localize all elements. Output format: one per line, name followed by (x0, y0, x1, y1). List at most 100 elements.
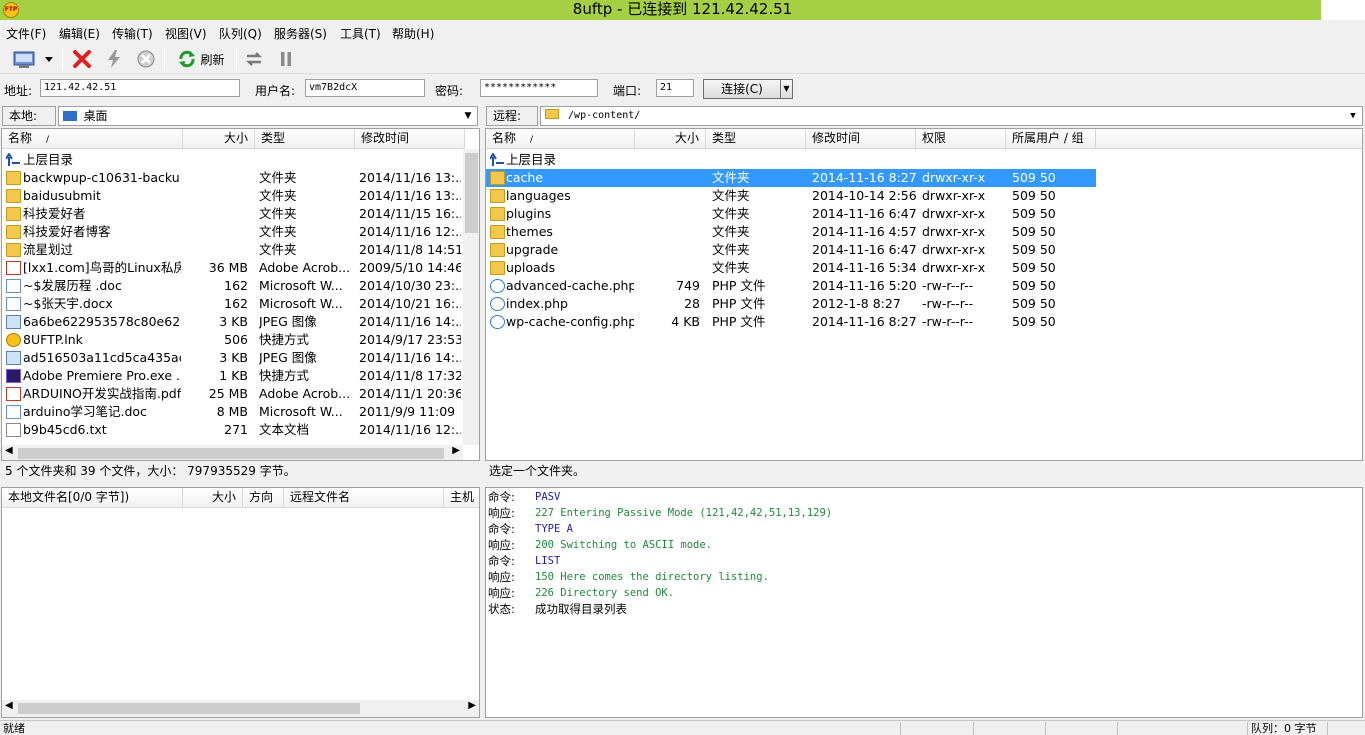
local-file-row[interactable]: ARDUINO开发实战指南.pdf 25 MB Adobe Acrob... 2014… (2, 385, 462, 403)
queue-col-direction[interactable]: 方向 (243, 488, 284, 508)
reconnect-button[interactable] (102, 48, 126, 70)
file-type: 文件夹 (259, 206, 297, 221)
file-perm: -rw-r--r-- (922, 314, 974, 329)
scroll-right-icon[interactable]: ▶ (452, 445, 460, 456)
chevron-down-icon[interactable]: ▼ (460, 108, 476, 124)
remote-col-size[interactable]: 大小 (635, 129, 706, 149)
log-line: 命令: PASV (486, 489, 1356, 505)
local-col-name[interactable]: 名称 / (2, 129, 183, 149)
local-vscroll-thumb[interactable] (465, 153, 478, 233)
local-vertical-scrollbar[interactable] (463, 149, 479, 445)
remote-file-row[interactable]: upgrade 文件夹 2014-11-16 6:47 drwxr-xr-x 509 5… (486, 241, 1096, 259)
local-file-row[interactable]: arduino学习笔记.doc 8 MB Microsoft W... 2011/9/… (2, 403, 462, 421)
remote-file-row[interactable]: themes 文件夹 2014-11-16 4:57 drwxr-xr-x 509 50 (486, 223, 1096, 241)
file-type: Microsoft W... (259, 278, 343, 293)
parent-directory-row[interactable]: 上层目录 (486, 151, 1096, 169)
file-date: 2014-10-14 2:56 (812, 188, 916, 203)
file-owner: 509 50 (1012, 206, 1056, 221)
queue-col-local[interactable]: 本地文件名[0/0 字节]) (2, 488, 183, 508)
queue-hscroll-thumb[interactable] (18, 703, 360, 714)
menu-server[interactable]: 服务器(S) (274, 25, 327, 42)
remote-file-row[interactable]: plugins 文件夹 2014-11-16 6:47 drwxr-xr-x 509 5… (486, 205, 1096, 223)
log-key: 响应: (488, 538, 515, 552)
remote-file-row[interactable]: index.php 28 PHP 文件 2012-1-8 8:27 -rw-r--r--… (486, 295, 1096, 313)
local-file-row[interactable]: ad516503a11cd5ca435ac... 3 KB JPEG 图像 2014/… (2, 349, 462, 367)
port-input[interactable]: 21 (656, 79, 694, 97)
file-type: 文件夹 (712, 242, 750, 257)
local-col-date[interactable]: 修改时间 (355, 129, 465, 149)
menu-help[interactable]: 帮助(H) (392, 25, 434, 42)
scroll-left-icon[interactable]: ◀ (5, 445, 13, 456)
sync-button[interactable] (242, 48, 266, 70)
local-file-row[interactable]: 8UFTP.lnk 506 快捷方式 2014/9/17 23:53 (2, 331, 462, 349)
remote-path-label: 远程: (486, 106, 538, 126)
menu-transfer[interactable]: 传输(T) (112, 25, 153, 42)
file-name: b9b45cd6.txt (23, 422, 107, 437)
local-file-row[interactable]: 科技爱好者 文件夹 2014/11/15 16:... (2, 205, 462, 223)
menu-view[interactable]: 视图(V) (165, 25, 207, 42)
menu-file[interactable]: 文件(F) (6, 25, 46, 42)
local-file-row[interactable]: Adobe Premiere Pro.exe ... 1 KB 快捷方式 2014/1… (2, 367, 462, 385)
local-file-row[interactable]: [lxx1.com]鸟哥的Linux私房... 36 MB Adobe Acrob.… (2, 259, 462, 277)
menu-edit[interactable]: 编辑(E) (59, 25, 100, 42)
local-file-row[interactable]: backwpup-c10631-backu... 文件夹 2014/11/16 13… (2, 169, 462, 187)
password-input[interactable]: ************ (480, 79, 598, 97)
parent-directory-row[interactable]: 上层目录 (2, 151, 462, 169)
address-input[interactable]: 121.42.42.51 (40, 79, 240, 97)
file-size: 4 KB (671, 314, 700, 329)
status-segment (900, 722, 973, 735)
local-horizontal-scrollbar[interactable]: ◀ ▶ (2, 445, 463, 460)
file-size: 25 MB (208, 386, 248, 401)
menu-tools[interactable]: 工具(T) (340, 25, 381, 42)
site-manager-button[interactable] (10, 48, 58, 70)
scroll-left-icon[interactable]: ◀ (5, 700, 13, 711)
local-hscroll-thumb[interactable] (18, 448, 444, 459)
menu-queue[interactable]: 队列(Q) (219, 25, 262, 42)
username-input[interactable]: vm7B2dcX (305, 79, 425, 97)
remote-file-row[interactable]: languages 文件夹 2014-10-14 2:56 drwxr-xr-x 509… (486, 187, 1096, 205)
local-file-row[interactable]: b9b45cd6.txt 271 文本文档 2014/11/16 12:... (2, 421, 462, 439)
queue-col-host[interactable]: 主机 (444, 488, 479, 508)
remote-col-date[interactable]: 修改时间 (806, 129, 916, 149)
queue-horizontal-scrollbar[interactable]: ◀ ▶ (2, 700, 479, 717)
file-modified: 2014/11/16 12:... (359, 224, 461, 239)
file-modified: 2014/11/16 13:... (359, 188, 461, 203)
local-file-row[interactable]: 6a6be622953578c80e62a... 3 KB JPEG 图像 2014/… (2, 313, 462, 331)
local-col-size[interactable]: 大小 (183, 129, 255, 149)
local-path-select[interactable]: 桌面 ▼ (58, 106, 478, 126)
file-type: 快捷方式 (259, 332, 310, 347)
disconnect-button[interactable] (70, 48, 94, 70)
queue-col-remote[interactable]: 远程文件名 (284, 488, 444, 508)
connect-dropdown-button[interactable]: ▼ (780, 79, 793, 99)
connect-button[interactable]: 连接(C) (703, 79, 781, 99)
remote-col-owner[interactable]: 所属用户 / 组 (1006, 129, 1096, 149)
queue-col-size[interactable]: 大小 (183, 488, 243, 508)
remote-file-list: 名称 / 大小 类型 修改时间 权限 所属用户 / 组 上层目录 cache 文件夹 2… (485, 128, 1363, 461)
log-line: 命令: TYPE A (486, 521, 1356, 537)
remote-path-select[interactable]: /wp-content/ ▼ (540, 106, 1363, 126)
file-modified: 2014/9/17 23:53 (359, 332, 461, 347)
local-file-row[interactable]: ~$张天宇.docx 162 Microsoft W... 2014/10/21 16… (2, 295, 462, 313)
stop-button[interactable] (134, 48, 158, 70)
pause-button[interactable] (274, 48, 298, 70)
local-file-row[interactable]: 科技爱好者博客 文件夹 2014/11/16 12:... (2, 223, 462, 241)
local-file-row[interactable]: baidusubmit 文件夹 2014/11/16 13:... (2, 187, 462, 205)
refresh-button[interactable]: 刷新 (172, 48, 230, 70)
remote-file-row[interactable]: advanced-cache.php 749 PHP 文件 2014-11-16 5:… (486, 277, 1096, 295)
file-owner: 509 50 (1012, 278, 1056, 293)
remote-col-type[interactable]: 类型 (706, 129, 806, 149)
file-size: 28 (684, 296, 700, 311)
remote-file-row[interactable]: uploads 文件夹 2014-11-16 5:34 drwxr-xr-x 509 5… (486, 259, 1096, 277)
close-window-button[interactable] (1321, 0, 1365, 20)
desktop-icon (63, 111, 77, 121)
folder-icon (545, 109, 559, 119)
local-file-row[interactable]: 流星划过 文件夹 2014/11/8 14:51 (2, 241, 462, 259)
remote-file-row[interactable]: wp-cache-config.php 4 KB PHP 文件 2014-11-16 … (486, 313, 1096, 331)
chevron-down-icon[interactable]: ▼ (1345, 108, 1361, 124)
remote-file-row[interactable]: cache 文件夹 2014-11-16 8:27 drwxr-xr-x 509 50 (486, 169, 1096, 187)
remote-col-name[interactable]: 名称 / (486, 129, 635, 149)
local-col-type[interactable]: 类型 (255, 129, 355, 149)
scroll-right-icon[interactable]: ▶ (468, 700, 476, 711)
remote-col-perm[interactable]: 权限 (916, 129, 1006, 149)
local-file-row[interactable]: ~$发展历程 .doc 162 Microsoft W... 2014/10/30 2… (2, 277, 462, 295)
